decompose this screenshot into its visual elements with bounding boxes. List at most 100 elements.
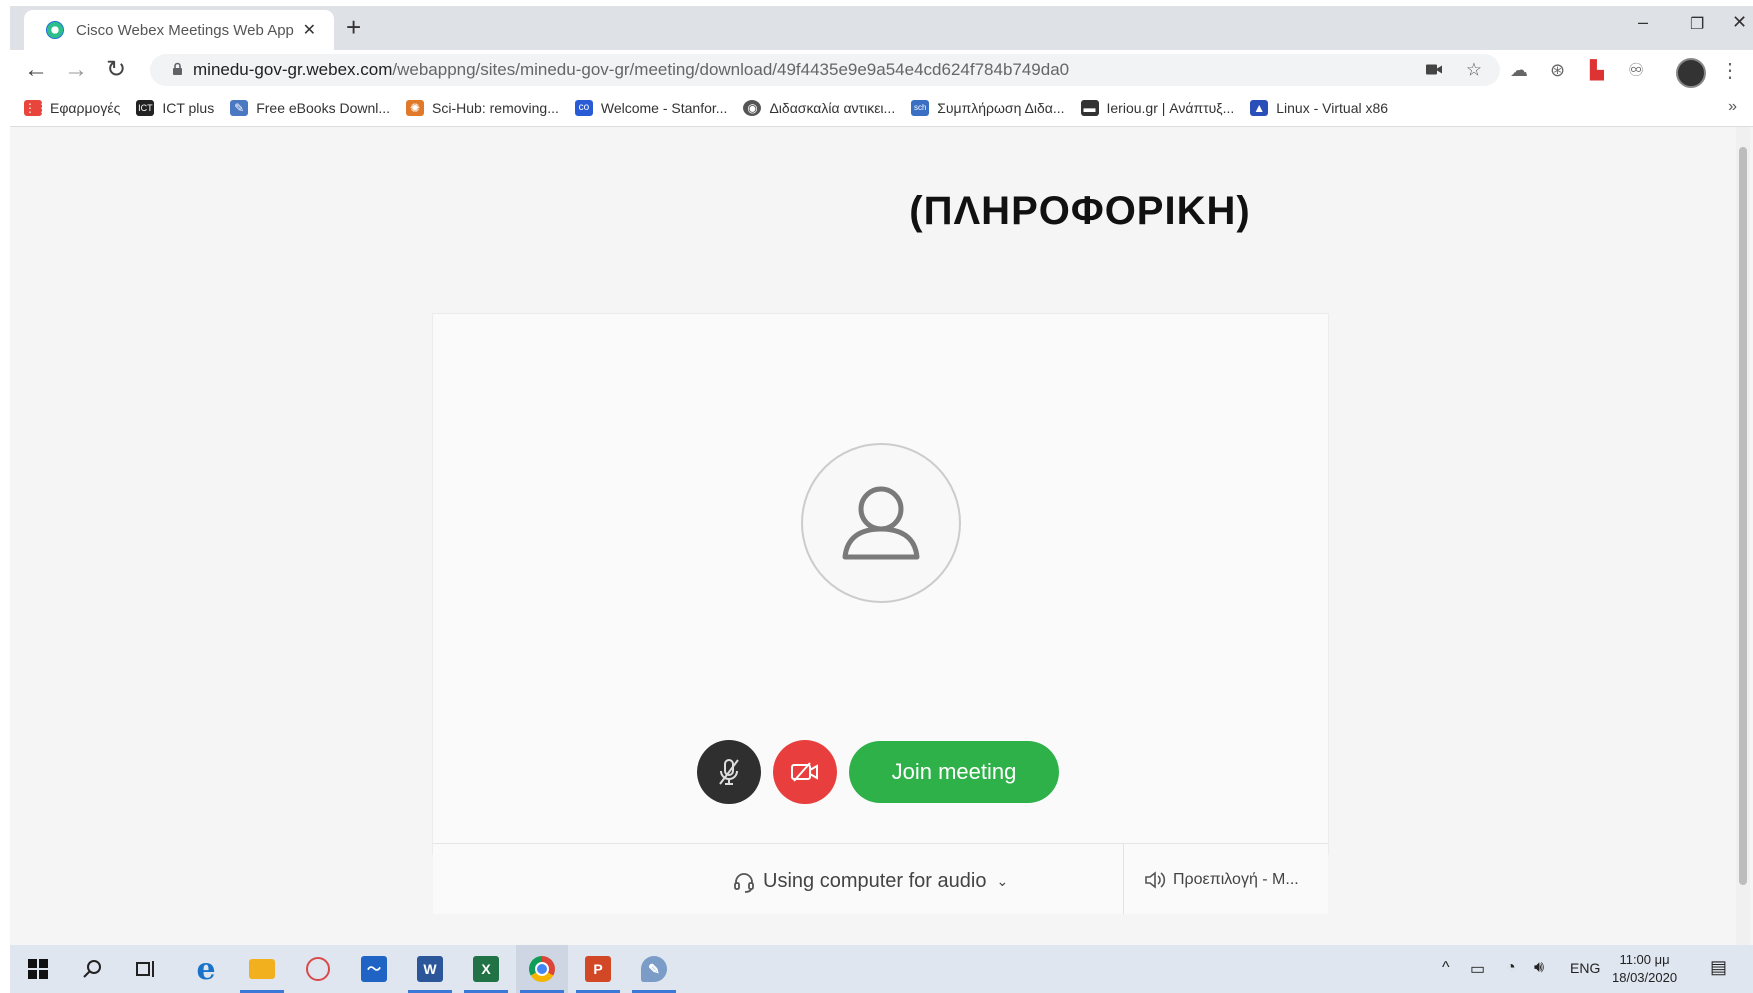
bookmark-free-ebooks[interactable]: ✎ Free eBooks Downl... <box>230 100 390 116</box>
join-controls: Join meeting <box>697 740 1059 804</box>
battery-icon[interactable]: ▭ <box>1470 959 1485 979</box>
ebooks-icon: ✎ <box>230 100 249 116</box>
wordpress-extension-icon[interactable]: ⊛ <box>1550 60 1565 81</box>
chrome-app[interactable] <box>516 945 568 993</box>
snipping-app[interactable] <box>292 945 344 993</box>
coursera-icon: co <box>574 100 593 116</box>
user-icon <box>842 486 920 560</box>
apps-grid-icon: ⋮⋮ <box>24 100 48 116</box>
video-off-button[interactable] <box>773 740 837 804</box>
file-explorer-app[interactable] <box>236 945 288 993</box>
bookmark-label: Linux - Virtual x86 <box>1276 100 1389 116</box>
address-bar[interactable]: minedu-gov-gr.webex.com/webappng/sites/m… <box>150 54 1500 86</box>
bookmark-symplirosi[interactable]: sch Συμπλήρωση Διδα... <box>911 100 1065 116</box>
join-meeting-button[interactable]: Join meeting <box>849 741 1059 803</box>
bookmark-ieriou[interactable]: ▬ Ieriou.gr | Ανάπτυξ... <box>1080 100 1235 116</box>
bookmark-label: Διδασκαλία αντικει... <box>769 100 896 116</box>
clock-time: 11:00 μμ <box>1619 952 1670 967</box>
language-indicator[interactable]: ENG <box>1570 960 1600 976</box>
minimize-button[interactable]: – <box>1638 12 1648 33</box>
excel-icon: X <box>473 956 499 982</box>
preview-card: Join meeting Using computer for audio ⌄ <box>432 313 1329 914</box>
system-clock[interactable]: 11:00 μμ 18/03/2020 <box>1612 951 1677 987</box>
tab-title: Cisco Webex Meetings Web App <box>76 21 294 39</box>
scrollbar-thumb[interactable] <box>1739 147 1747 885</box>
speaker-select[interactable]: Προεπιλογή - M... <box>1143 870 1299 890</box>
back-button[interactable]: ← <box>24 56 48 84</box>
url-path: /webappng/sites/minedu-gov-gr/meeting/do… <box>392 60 1070 79</box>
whiteboard-icon: 〜 <box>361 956 387 982</box>
ict-icon: ICT <box>136 100 155 116</box>
wifi-icon[interactable]: ◔ <box>1506 959 1516 977</box>
sch-icon: sch <box>911 100 930 116</box>
reload-button[interactable]: ↻ <box>106 56 126 84</box>
pdf-extension-icon[interactable]: ▙ <box>1590 60 1604 81</box>
tab-strip: Cisco Webex Meetings Web App ✕ + – ❐ ✕ <box>10 6 1753 50</box>
windows-taskbar: e 〜 W X P ✎ ^ ▭ ◔ 🔊︎ ENG 11:00 μμ 18/03/… <box>10 945 1753 993</box>
search-icon <box>83 960 101 978</box>
linux-icon: ▲ <box>1250 100 1269 116</box>
bookmark-linux-virtual[interactable]: ▲ Linux - Virtual x86 <box>1250 100 1388 116</box>
browser-window: Cisco Webex Meetings Web App ✕ + – ❐ ✕ ←… <box>10 6 1753 993</box>
paint-app[interactable]: ✎ <box>628 945 680 993</box>
browser-tab[interactable]: Cisco Webex Meetings Web App ✕ <box>24 10 334 50</box>
bookmark-label: Free eBooks Downl... <box>256 100 391 116</box>
bookmark-stanford[interactable]: co Welcome - Stanfor... <box>574 100 728 116</box>
powerpoint-icon: P <box>585 956 611 982</box>
start-button[interactable] <box>12 945 64 993</box>
avatar <box>801 443 961 603</box>
whiteboard-app[interactable]: 〜 <box>348 945 400 993</box>
notifications-icon[interactable]: ▤ <box>1710 957 1727 978</box>
mute-button[interactable] <box>697 740 761 804</box>
profile-avatar[interactable] <box>1676 58 1706 88</box>
chrome-icon <box>529 956 555 982</box>
word-app[interactable]: W <box>404 945 456 993</box>
bookmarks-bar: ⋮⋮ Εφαρμογές ICT ICT plus ✎ Free eBooks Dow… <box>10 90 1753 127</box>
meeting-title: (ΠΛΗΡΟΦΟΡΙΚΗ) <box>909 189 1251 233</box>
audio-connection-select[interactable]: Using computer for audio ⌄ <box>733 870 1008 893</box>
bookmark-star-icon[interactable]: ☆ <box>1466 60 1482 81</box>
speaker-icon <box>1145 871 1166 889</box>
clock-date: 18/03/2020 <box>1612 970 1678 985</box>
forward-button[interactable]: → <box>64 56 88 84</box>
lock-icon <box>172 62 183 79</box>
menu-dots-icon[interactable]: ⋮ <box>1720 58 1740 83</box>
bookmark-scihub[interactable]: ✺ Sci-Hub: removing... <box>406 100 559 116</box>
browser-toolbar: ← → ↻ minedu-gov-gr.webex.com/webappng/s… <box>10 50 1753 90</box>
camera-icon[interactable] <box>1426 60 1442 81</box>
file-explorer-icon <box>249 959 275 979</box>
bookmark-label: ICT plus <box>162 100 215 116</box>
scihub-icon: ✺ <box>406 100 425 116</box>
footer-divider <box>1123 844 1124 914</box>
audio-label: Using computer for audio <box>763 870 987 892</box>
search-button[interactable] <box>66 945 118 993</box>
globe-icon: ◉ <box>743 100 762 116</box>
excel-app[interactable]: X <box>460 945 512 993</box>
new-tab-button[interactable]: + <box>346 14 361 40</box>
page-scrollbar[interactable] <box>1736 127 1750 945</box>
show-hidden-icons-icon[interactable]: ^ <box>1442 959 1450 977</box>
task-view-button[interactable] <box>120 945 172 993</box>
bookmark-didaskalia[interactable]: ◉ Διδασκαλία αντικει... <box>743 100 895 116</box>
audio-footer: Using computer for audio ⌄ Προεπιλογή - … <box>433 843 1328 914</box>
tab-close-icon[interactable]: ✕ <box>303 20 316 40</box>
edge-app[interactable]: e <box>180 945 232 993</box>
sync-extension-icon[interactable]: ♾ <box>1628 60 1644 81</box>
paint-icon: ✎ <box>641 956 667 982</box>
bookmark-label: Welcome - Stanfor... <box>600 100 728 116</box>
close-window-button[interactable]: ✕ <box>1732 12 1747 33</box>
bookmark-label: Sci-Hub: removing... <box>432 100 559 116</box>
speaker-label: Προεπιλογή - M... <box>1173 871 1299 888</box>
bookmarks-overflow-button[interactable]: » <box>1728 98 1737 116</box>
bookmark-label: Ieriou.gr | Ανάπτυξ... <box>1106 100 1235 116</box>
bookmark-apps[interactable]: ⋮⋮ Εφαρμογές <box>24 100 120 116</box>
cloud-extension-icon[interactable]: ☁ <box>1510 60 1528 81</box>
start-icon <box>28 959 48 979</box>
bookmark-ict-plus[interactable]: ICT ICT plus <box>136 100 214 116</box>
microphone-muted-icon <box>719 759 739 785</box>
volume-icon[interactable]: 🔊︎ <box>1534 959 1544 977</box>
webex-favicon-icon <box>46 21 64 39</box>
powerpoint-app[interactable]: P <box>572 945 624 993</box>
ieriou-icon: ▬ <box>1080 100 1099 116</box>
restore-button[interactable]: ❐ <box>1690 14 1704 34</box>
